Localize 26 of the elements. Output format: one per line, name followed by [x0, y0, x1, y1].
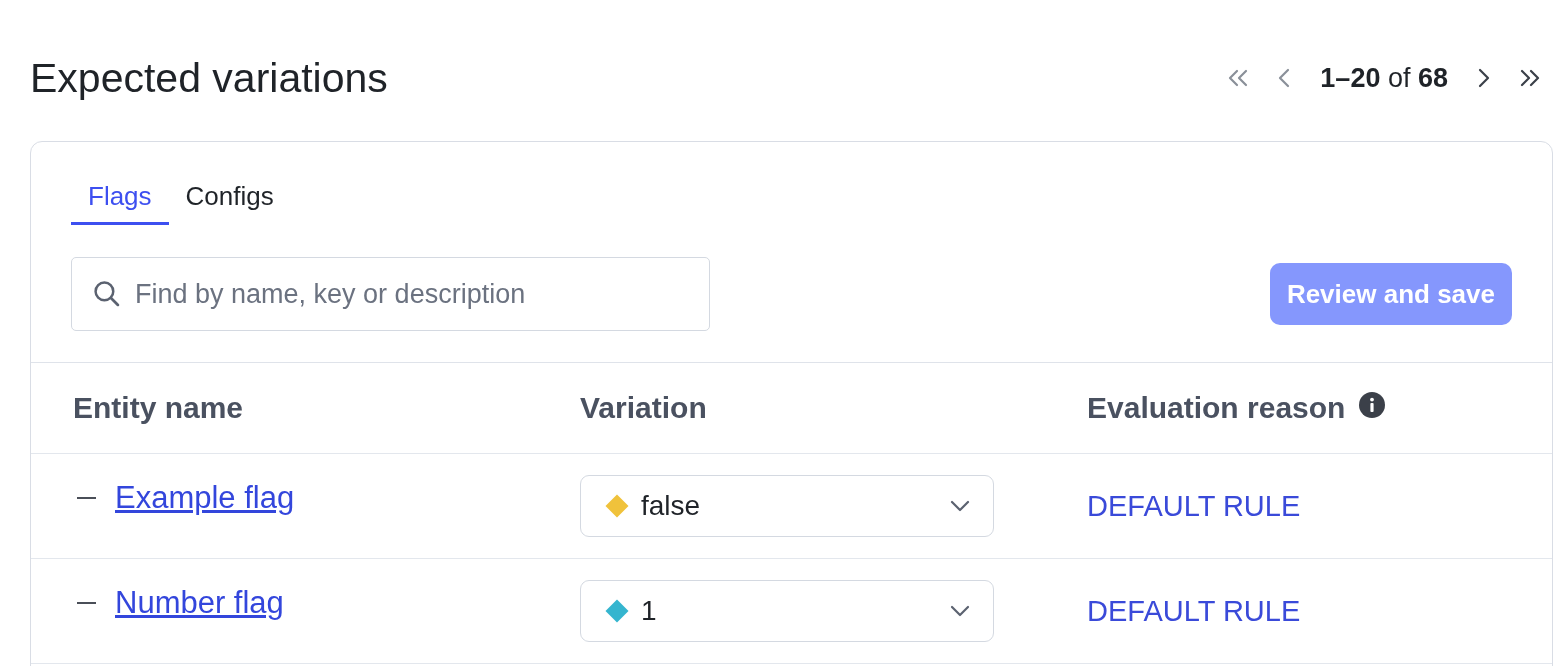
page-title: Expected variations	[30, 54, 388, 102]
double-chevron-right-icon	[1520, 69, 1540, 87]
chevron-right-icon	[1478, 68, 1490, 88]
chevron-left-icon	[1278, 68, 1291, 88]
flag-link[interactable]: Number flag	[115, 585, 284, 621]
page-range: 1–20 of 68	[1320, 62, 1448, 94]
variation-dropdown[interactable]: 1	[580, 580, 994, 642]
flag-link[interactable]: Example flag	[115, 480, 295, 516]
column-header: Variation	[580, 391, 707, 425]
column-header: Evaluation reason	[1087, 391, 1346, 425]
column-header: Entity name	[73, 391, 244, 425]
info-icon[interactable]	[1359, 392, 1386, 418]
chevron-down-icon	[950, 605, 970, 617]
search-field[interactable]: Find by name, key or description	[71, 257, 710, 331]
tab[interactable]: Flags	[71, 170, 169, 225]
dash-icon	[77, 601, 96, 605]
last-page-button[interactable]	[1520, 69, 1540, 87]
double-chevron-left-icon	[1228, 69, 1249, 87]
evaluation-reason: DEFAULT RULE	[1087, 489, 1301, 522]
next-page-button[interactable]	[1478, 68, 1490, 88]
tab[interactable]: Configs	[168, 170, 291, 225]
search-icon	[93, 280, 120, 307]
variation-dropdown[interactable]: false	[580, 475, 994, 537]
evaluation-reason: DEFAULT RULE	[1087, 594, 1301, 627]
chevron-down-icon	[950, 500, 970, 512]
dash-icon	[77, 496, 96, 500]
